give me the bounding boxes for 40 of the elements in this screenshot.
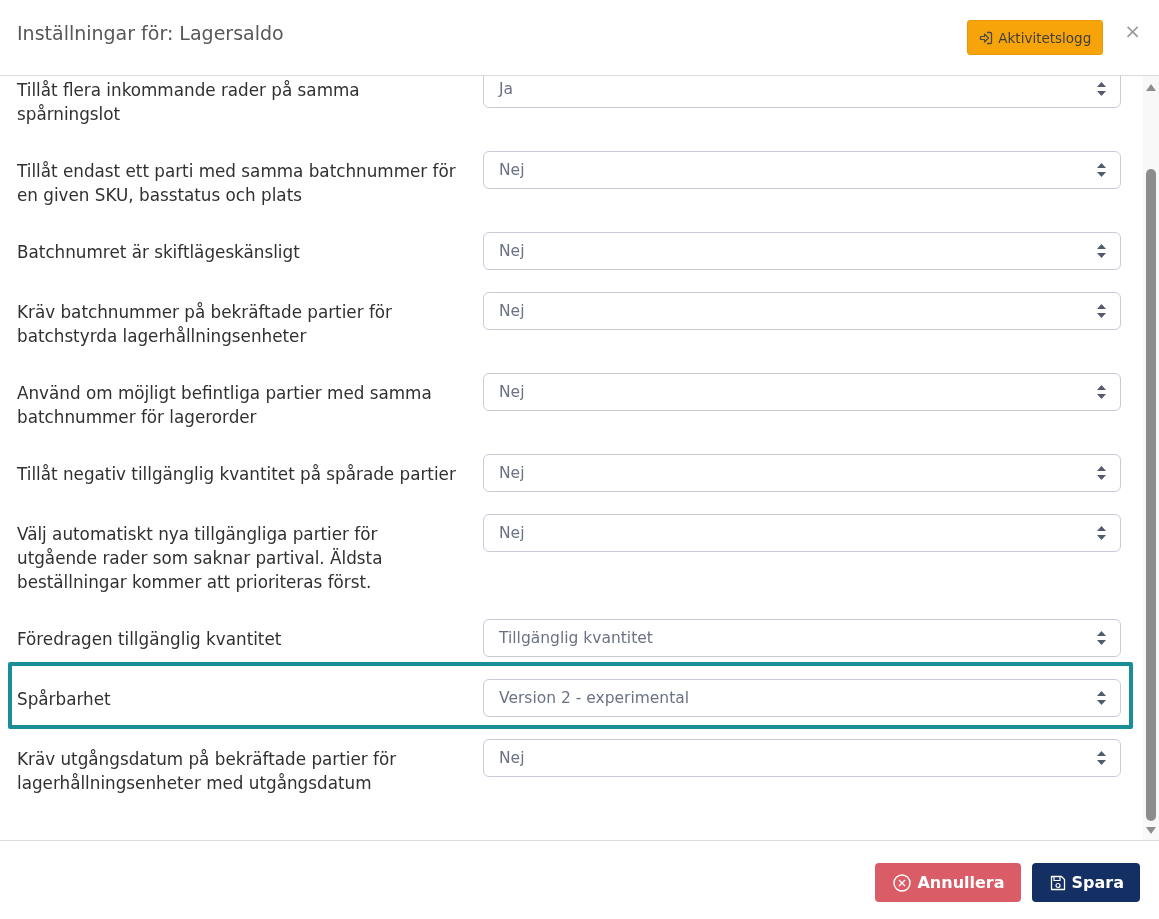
select-field[interactable]: Tillgänglig kvantitet xyxy=(483,619,1121,657)
select-field[interactable]: Nej xyxy=(483,292,1121,330)
setting-label: Kräv utgångsdatum på bekräftade partier för lagerhållningsenheter med utgångsdatum xyxy=(17,748,398,795)
sort-caret-icon xyxy=(1097,526,1106,540)
sort-caret-icon xyxy=(1097,244,1106,258)
scroll-up-icon[interactable] xyxy=(1146,84,1156,91)
sort-caret-icon xyxy=(1097,631,1106,645)
setting-label: Välj automatiskt nya tillgängliga partier för utgående rader som saknar partival. Äldsta beställningar kommer att prioriteras först. xyxy=(17,523,384,594)
scroll-down-icon[interactable] xyxy=(1146,827,1156,834)
setting-label: Använd om möjligt befintliga partier med samma batchnummer för lagerorder xyxy=(17,382,433,429)
sort-caret-icon xyxy=(1097,163,1106,177)
activity-log-button[interactable]: Aktivitetslogg xyxy=(967,20,1104,55)
save-button[interactable]: Spara xyxy=(1031,863,1140,902)
circle-x-icon xyxy=(893,873,912,892)
login-arrow-icon xyxy=(979,30,994,45)
select-field[interactable]: Nej xyxy=(483,373,1121,411)
select-field[interactable]: Nej xyxy=(483,454,1121,492)
sort-caret-icon xyxy=(1097,82,1106,96)
select-field[interactable]: Nej xyxy=(483,232,1121,270)
dialog-title: Inställningar för: Lagersaldo xyxy=(17,21,285,46)
select-field[interactable]: Nej xyxy=(483,739,1121,777)
scrollbar-thumb[interactable] xyxy=(1146,169,1156,821)
setting-label: Tillåt negativ tillgänglig kvantitet på spårade partier xyxy=(17,463,457,486)
setting-label: Föredragen tillgänglig kvantitet xyxy=(17,628,283,651)
sort-caret-icon xyxy=(1097,691,1106,705)
setting-label: Batchnumret är skiftlägeskänsligt xyxy=(17,241,301,264)
sort-caret-icon xyxy=(1097,304,1106,318)
select-field[interactable]: Nej xyxy=(483,151,1121,189)
sort-caret-icon xyxy=(1097,751,1106,765)
select-field[interactable]: Ja xyxy=(483,76,1121,108)
setting-label: Tillåt endast ett parti med samma batchnummer för en given SKU, basstatus och plats xyxy=(17,160,457,207)
select-field[interactable]: Nej xyxy=(483,514,1121,552)
cancel-button[interactable]: Annullera xyxy=(875,863,1021,902)
setting-label: Tillåt flera inkommande rader på samma spårningslot xyxy=(17,79,361,126)
close-button[interactable]: × xyxy=(1124,20,1141,42)
select-field[interactable]: Version 2 - experimental xyxy=(483,679,1121,717)
sort-caret-icon xyxy=(1097,385,1106,399)
setting-label: Spårbarhet xyxy=(17,688,112,711)
setting-label: Kräv batchnummer på bekräftade partier för batchstyrda lagerhållningsenheter xyxy=(17,301,393,348)
sort-caret-icon xyxy=(1097,466,1106,480)
